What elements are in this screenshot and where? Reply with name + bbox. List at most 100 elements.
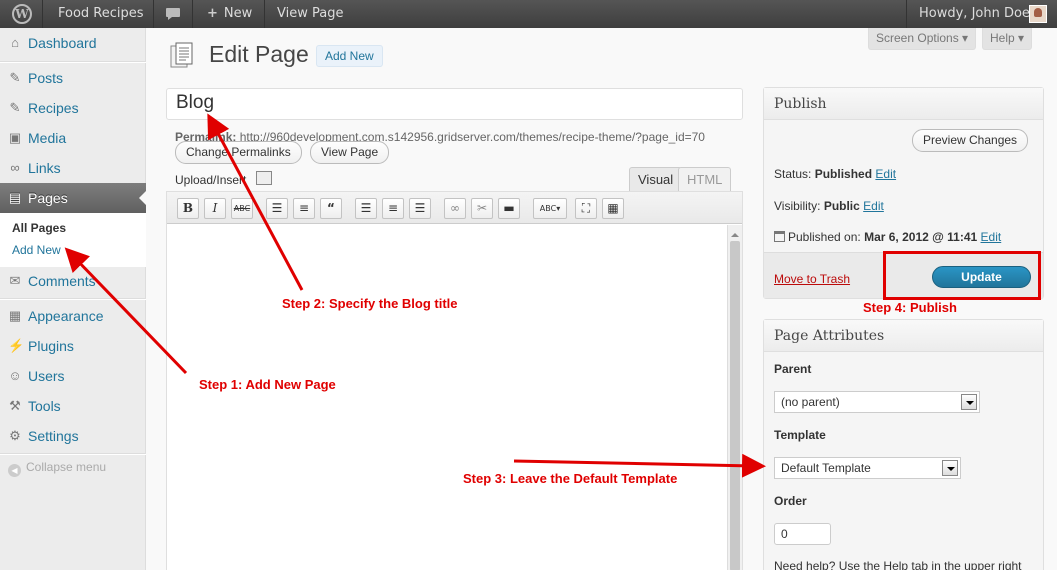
sidebar-item-tools[interactable]: ⚒ Tools xyxy=(0,391,146,421)
chevron-down-icon xyxy=(942,460,958,476)
highlight-box xyxy=(883,251,1041,300)
scroll-up-icon[interactable] xyxy=(731,229,739,237)
visibility-value: Public xyxy=(823,199,860,213)
submenu-all-pages[interactable]: All Pages xyxy=(12,221,66,235)
media-icon: ▣ xyxy=(8,130,22,145)
annotation-step4: Step 4: Publish xyxy=(863,300,957,315)
help-label: Help xyxy=(990,31,1015,45)
published-on-row: Published on: Mar 6, 2012 @ 11:41 Edit xyxy=(774,230,1001,244)
new-label: New xyxy=(223,6,253,21)
view-page-button[interactable]: View Page xyxy=(310,141,390,164)
sidebar-item-label: Settings xyxy=(28,428,79,444)
sidebar-item-label: Tools xyxy=(28,398,61,414)
collapse-menu-button[interactable]: ◀ Collapse menu xyxy=(8,460,106,477)
quote-icon[interactable]: “ xyxy=(320,198,342,219)
align-left-icon[interactable]: ☰ xyxy=(355,198,377,219)
unlink-icon[interactable]: ✂ xyxy=(471,198,493,219)
sidebar-item-pages[interactable]: ▤ Pages xyxy=(0,183,147,213)
sidebar-item-label: Dashboard xyxy=(28,35,97,51)
strikethrough-button[interactable]: ABC xyxy=(231,198,253,219)
house-icon: ⌂ xyxy=(11,35,19,50)
add-new-button[interactable]: Add New xyxy=(316,45,383,67)
title-input[interactable]: Blog xyxy=(166,88,743,120)
link-icon[interactable]: ∞ xyxy=(444,198,466,219)
sidebar-item-label: Comments xyxy=(28,273,96,289)
parent-select[interactable]: (no parent) xyxy=(774,391,980,413)
screen-options-tab[interactable]: Screen Options ▾ xyxy=(868,28,977,50)
new-content-menu[interactable]: + New xyxy=(207,0,252,28)
annotation-step2: Step 2: Specify the Blog title xyxy=(282,296,458,311)
upload-insert-label: Upload/Insert xyxy=(175,173,247,187)
sidebar-item-label: Pages xyxy=(28,190,68,206)
sidebar-item-recipes[interactable]: ✎ Recipes xyxy=(0,93,146,123)
spellcheck-icon[interactable]: ABC▾ xyxy=(533,198,567,219)
plugin-icon: ⚡ xyxy=(8,338,25,353)
avatar[interactable] xyxy=(1029,5,1047,23)
sidebar-item-label: Media xyxy=(28,130,67,146)
view-page-link[interactable]: View Page xyxy=(277,0,343,28)
collapse-arrow-icon: ◀ xyxy=(8,464,21,477)
sidebar-item-plugins[interactable]: ⚡ Plugins xyxy=(0,331,146,361)
edit-visibility-link[interactable]: Edit xyxy=(863,199,884,213)
separator xyxy=(264,0,265,28)
edit-date-link[interactable]: Edit xyxy=(981,230,1002,244)
sidebar-item-label: Appearance xyxy=(28,308,104,324)
sidebar-item-dashboard[interactable]: ⌂ Dashboard xyxy=(0,28,146,58)
sidebar-item-label: Links xyxy=(28,160,61,176)
editor-scrollbar[interactable] xyxy=(727,225,742,570)
edit-status-link[interactable]: Edit xyxy=(875,167,896,181)
publish-box-title: Publish xyxy=(764,88,1043,120)
sidebar-item-users[interactable]: ☺ Users xyxy=(0,361,146,391)
status-value: Published xyxy=(814,167,873,181)
howdy-user-menu[interactable]: Howdy, John Doe xyxy=(919,0,1030,28)
template-select[interactable]: Default Template xyxy=(774,457,961,479)
plus-icon: + xyxy=(207,6,218,21)
change-permalinks-button[interactable]: Change Permalinks xyxy=(175,141,302,164)
sidebar-item-label: Posts xyxy=(28,70,64,86)
order-label: Order xyxy=(774,494,807,508)
parent-value: (no parent) xyxy=(781,395,840,409)
permalink-url[interactable]: http://960development.com.s142956.gridse… xyxy=(240,130,705,144)
preview-changes-button[interactable]: Preview Changes xyxy=(912,129,1029,152)
sidebar-item-appearance[interactable]: ▦ Appearance xyxy=(0,301,146,331)
align-center-icon[interactable]: ≡ xyxy=(382,198,404,219)
fullscreen-icon[interactable]: ⛶ xyxy=(575,198,597,219)
move-to-trash-link[interactable]: Move to Trash xyxy=(774,272,850,286)
site-name-link[interactable]: Food Recipes xyxy=(58,0,144,28)
pin-icon: ✎ xyxy=(9,100,21,115)
page-attributes-title: Page Attributes xyxy=(764,320,1043,352)
template-label: Template xyxy=(774,428,826,442)
admin-menu: ⌂ Dashboard ✎ Posts ✎ Recipes ▣ Media ∞ Links… xyxy=(0,28,147,570)
visibility-label: Visibility: xyxy=(774,199,821,213)
comment-bubble-icon[interactable] xyxy=(165,0,181,28)
sidebar-item-posts[interactable]: ✎ Posts xyxy=(0,63,146,93)
submenu-add-new[interactable]: Add New xyxy=(12,243,61,257)
help-tab[interactable]: Help ▾ xyxy=(982,28,1033,50)
more-tag-icon[interactable]: ▬ xyxy=(498,198,520,219)
tab-visual[interactable]: Visual xyxy=(629,167,683,191)
separator xyxy=(42,0,43,28)
order-input[interactable]: 0 xyxy=(774,523,831,545)
link-icon: ∞ xyxy=(10,160,20,175)
kitchen-sink-icon[interactable]: ▦ xyxy=(602,198,624,219)
wordpress-logo-icon[interactable]: W xyxy=(12,0,32,28)
sidebar-item-settings[interactable]: ⚙ Settings xyxy=(0,421,146,451)
bold-button[interactable]: B xyxy=(177,198,199,219)
sidebar-item-label: Users xyxy=(28,368,65,384)
visibility-row: Visibility: Public Edit xyxy=(774,199,884,213)
add-media-icon[interactable] xyxy=(256,171,272,185)
italic-button[interactable]: I xyxy=(204,198,226,219)
status-row: Status: Published Edit xyxy=(774,167,896,181)
screen-options-label: Screen Options xyxy=(876,31,959,45)
pages-icon xyxy=(170,42,193,68)
page-title: Edit Page xyxy=(209,41,309,67)
number-list-icon[interactable]: ≡ xyxy=(293,198,315,219)
tab-html[interactable]: HTML xyxy=(678,167,732,191)
sidebar-item-comments[interactable]: ✉ Comments xyxy=(0,266,146,296)
chevron-down-icon xyxy=(961,394,977,410)
bullet-list-icon[interactable]: ☰ xyxy=(266,198,288,219)
align-right-icon[interactable]: ☰ xyxy=(409,198,431,219)
sidebar-item-links[interactable]: ∞ Links xyxy=(0,153,146,183)
sidebar-item-media[interactable]: ▣ Media xyxy=(0,123,146,153)
scrollbar-thumb[interactable] xyxy=(730,241,740,570)
